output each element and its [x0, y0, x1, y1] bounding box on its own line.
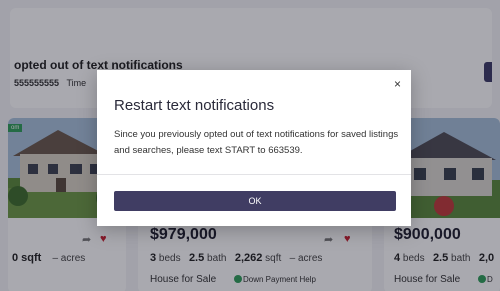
dialog-divider — [97, 174, 411, 175]
dialog-message: Since you previously opted out of text n… — [114, 129, 399, 156]
ok-button[interactable]: OK — [114, 191, 396, 211]
restart-notifications-dialog: × Restart text notifications Since you p… — [97, 70, 411, 226]
close-icon[interactable]: × — [394, 78, 401, 90]
dialog-title: Restart text notifications — [114, 97, 275, 114]
